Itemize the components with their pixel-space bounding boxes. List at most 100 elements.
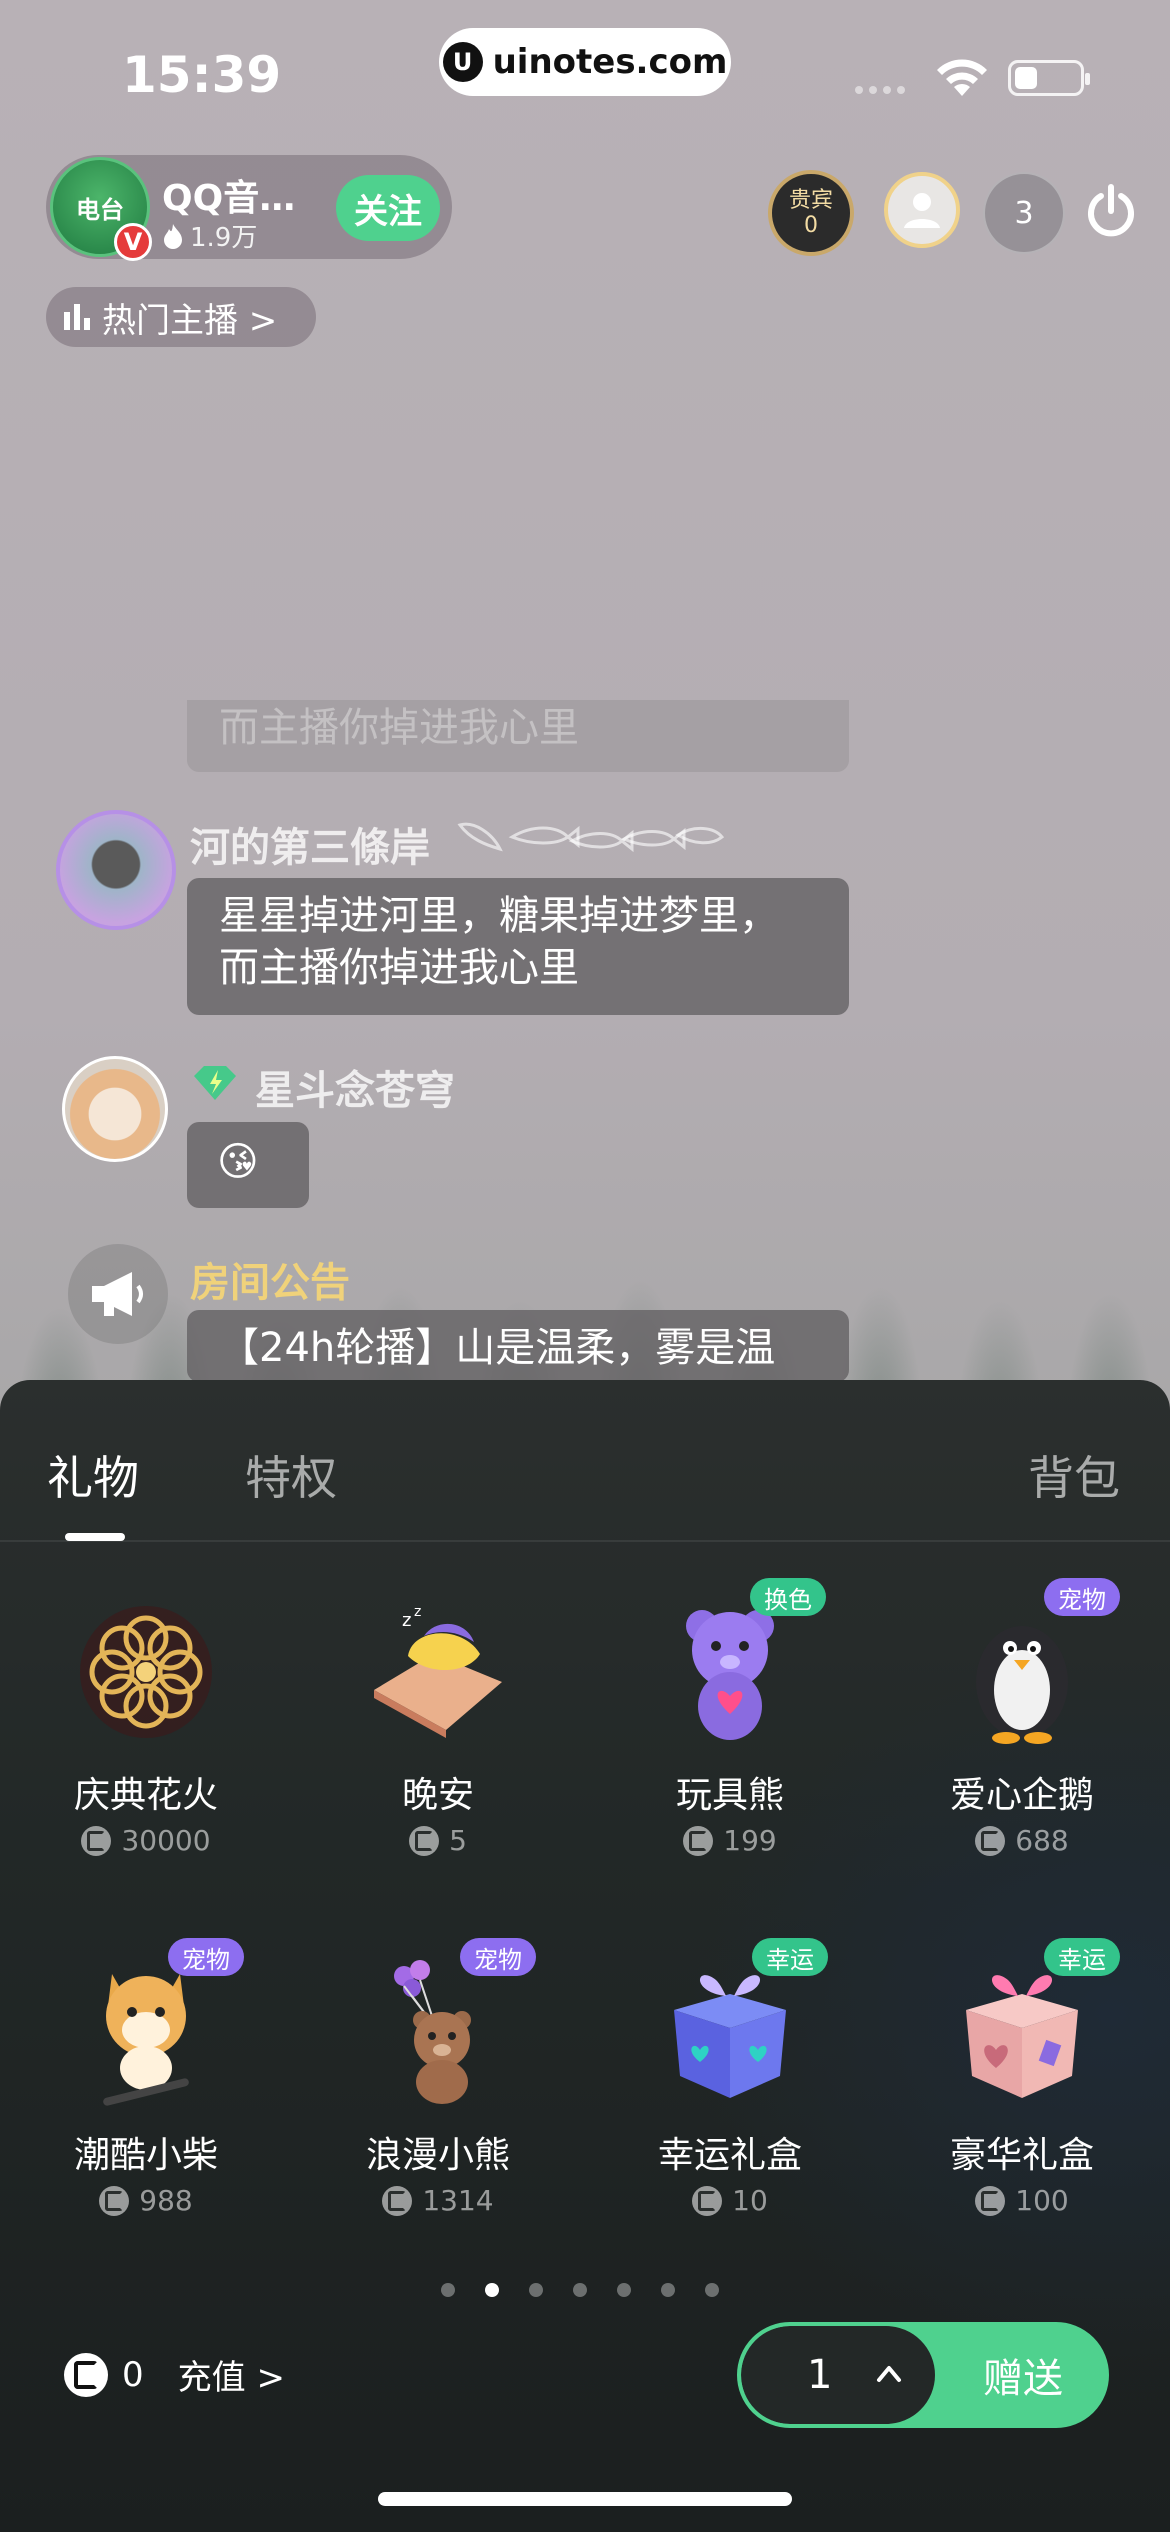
coin-icon [99, 2185, 130, 2216]
gift-price: 688 [876, 1824, 1168, 1857]
gift-name: 晚安 [401, 1775, 474, 1816]
chat-message: 星星掉进河里，糖果掉进梦里， 而主播你掉进我心里 [187, 878, 849, 1015]
host-avatar-text: 电台 [76, 195, 124, 224]
host-fans-count: 1.9万 [190, 223, 258, 253]
gift-item[interactable]: 宠物 潮酷小柴 988 [0, 1938, 292, 2298]
send-button[interactable]: 赠送 [941, 2326, 1105, 2424]
gift-name: 豪华礼盒 [949, 2135, 1094, 2176]
chat-emoji: 😘 [217, 1139, 259, 1185]
page-dot[interactable] [529, 2283, 543, 2297]
fish-decoration-icon [457, 822, 725, 853]
gift-price-value: 10 [732, 2184, 768, 2217]
host-card[interactable]: 电台 V QQ音… 1.9万 关注 [46, 155, 452, 261]
chat-avatar[interactable] [62, 1056, 168, 1162]
announcement-message: 【24h轮播】山是温柔，雾是温 [187, 1310, 849, 1382]
gift-price: 199 [584, 1824, 876, 1857]
gift-item[interactable]: 换色 玩具熊 199 [584, 1578, 876, 1938]
svg-text:z: z [402, 1610, 411, 1631]
page-dot[interactable] [617, 2283, 631, 2297]
page-dot[interactable] [485, 2283, 499, 2297]
gift-price: 1314 [292, 2184, 584, 2217]
page-dot[interactable] [441, 2283, 455, 2297]
chat-message-line: 星星掉进河里，糖果掉进梦里， [219, 893, 779, 939]
svg-text:z: z [414, 1604, 421, 1620]
guest-badge[interactable]: 贵宾 0 [768, 170, 854, 256]
power-icon[interactable] [1084, 183, 1138, 241]
gift-tag: 宠物 [168, 1938, 244, 1976]
gift-item[interactable]: 庆典花火 30000 [0, 1598, 292, 1938]
chat-message-line: 而主播你掉进我心里 [219, 945, 579, 991]
chat-username[interactable]: 河的第三條岸 [190, 815, 430, 873]
cellular-signal-icon [855, 86, 905, 94]
balance[interactable]: 0 充值 > [64, 2350, 285, 2399]
gift-name: 庆典花火 [73, 1775, 218, 1816]
quantity-value: 1 [807, 2352, 833, 2398]
gift-price-value: 688 [1015, 1824, 1069, 1857]
gift-price-value: 5 [449, 1824, 467, 1857]
chevron-up-icon[interactable] [869, 2356, 909, 2392]
coin-icon [81, 1825, 112, 1856]
page-indicator[interactable] [441, 2283, 719, 2297]
gift-price: 30000 [0, 1824, 292, 1857]
shiba-icon [103, 1974, 189, 2106]
gift-name: 爱心企鹅 [949, 1775, 1094, 1816]
gift-tag: 宠物 [1044, 1578, 1120, 1616]
announcement-title: 房间公告 [190, 1260, 350, 1306]
gift-item[interactable]: 宠物 爱心企鹅 688 [876, 1578, 1168, 1938]
guest-count: 0 [804, 213, 818, 238]
luxury-box-icon [966, 1975, 1078, 2098]
megaphone-icon [92, 1272, 143, 1316]
follow-button[interactable]: 关注 [336, 175, 440, 241]
status-time: 15:39 [122, 46, 282, 104]
gift-item[interactable]: z z 晚安 5 [292, 1598, 584, 1938]
wifi-icon [937, 59, 987, 96]
gift-price: 10 [584, 2184, 876, 2217]
gift-tag: 幸运 [1044, 1938, 1120, 1976]
uinotes-logo-icon: U [442, 42, 483, 82]
battery-icon [1008, 60, 1090, 96]
gift-item[interactable]: 宠物 浪漫小熊 1314 [292, 1938, 584, 2298]
coin-icon [683, 1825, 714, 1856]
viewer-count-button[interactable]: 3 [983, 172, 1065, 254]
chat-username[interactable]: 星斗念苍穹 [255, 1058, 455, 1116]
gift-price: 100 [876, 2184, 1168, 2217]
tab-gift[interactable]: 礼物 [47, 1442, 139, 1508]
page-dot[interactable] [661, 2283, 675, 2297]
tab-privilege[interactable]: 特权 [245, 1442, 337, 1508]
penguin-icon [976, 1626, 1068, 1744]
page-dot[interactable] [705, 2283, 719, 2297]
gift-price-value: 1314 [422, 2184, 494, 2217]
verified-v-icon: V [114, 223, 152, 261]
fireworks-icon [80, 1606, 212, 1738]
recharge-link[interactable]: 充值 > [178, 2350, 285, 2399]
gift-name: 潮酷小柴 [73, 2135, 218, 2176]
gift-price-value: 199 [723, 1824, 777, 1857]
gift-tag: 宠物 [460, 1938, 536, 1976]
coin-icon [382, 2185, 413, 2216]
balloon-bear-icon [394, 1960, 471, 2104]
page-dot[interactable] [573, 2283, 587, 2297]
chat-bubble-faded: 而主播你掉进我心里 [187, 700, 849, 772]
announcement-avatar [68, 1244, 168, 1344]
gift-tag: 换色 [750, 1578, 826, 1616]
gift-price-value: 30000 [121, 1824, 211, 1857]
hot-hosts-label: 热门主播 > [102, 300, 278, 341]
gift-item[interactable]: 幸运 幸运礼盒 10 [584, 1938, 876, 2298]
announcement-line: 【24h轮播】山是温柔，雾是温 [219, 1325, 776, 1371]
balance-value: 0 [122, 2354, 144, 2395]
viewer-avatar[interactable] [884, 172, 960, 248]
gift-tag: 幸运 [752, 1938, 828, 1976]
gift-price: 5 [292, 1824, 584, 1857]
tab-backpack[interactable]: 背包 [1028, 1442, 1120, 1508]
home-indicator[interactable] [378, 2492, 792, 2506]
gift-item[interactable]: 幸运 豪华礼盒 100 [876, 1938, 1168, 2298]
chat-avatar[interactable] [56, 810, 176, 930]
gift-name: 玩具熊 [675, 1775, 784, 1816]
hot-hosts-button[interactable]: 热门主播 > [46, 287, 316, 347]
host-fans: 1.9万 [162, 217, 257, 254]
coin-icon [975, 1825, 1006, 1856]
chat-message: 😘 [187, 1122, 309, 1208]
coin-icon [692, 2185, 723, 2216]
coin-icon [64, 2352, 108, 2397]
pillow-moon-icon: z z [374, 1604, 502, 1738]
